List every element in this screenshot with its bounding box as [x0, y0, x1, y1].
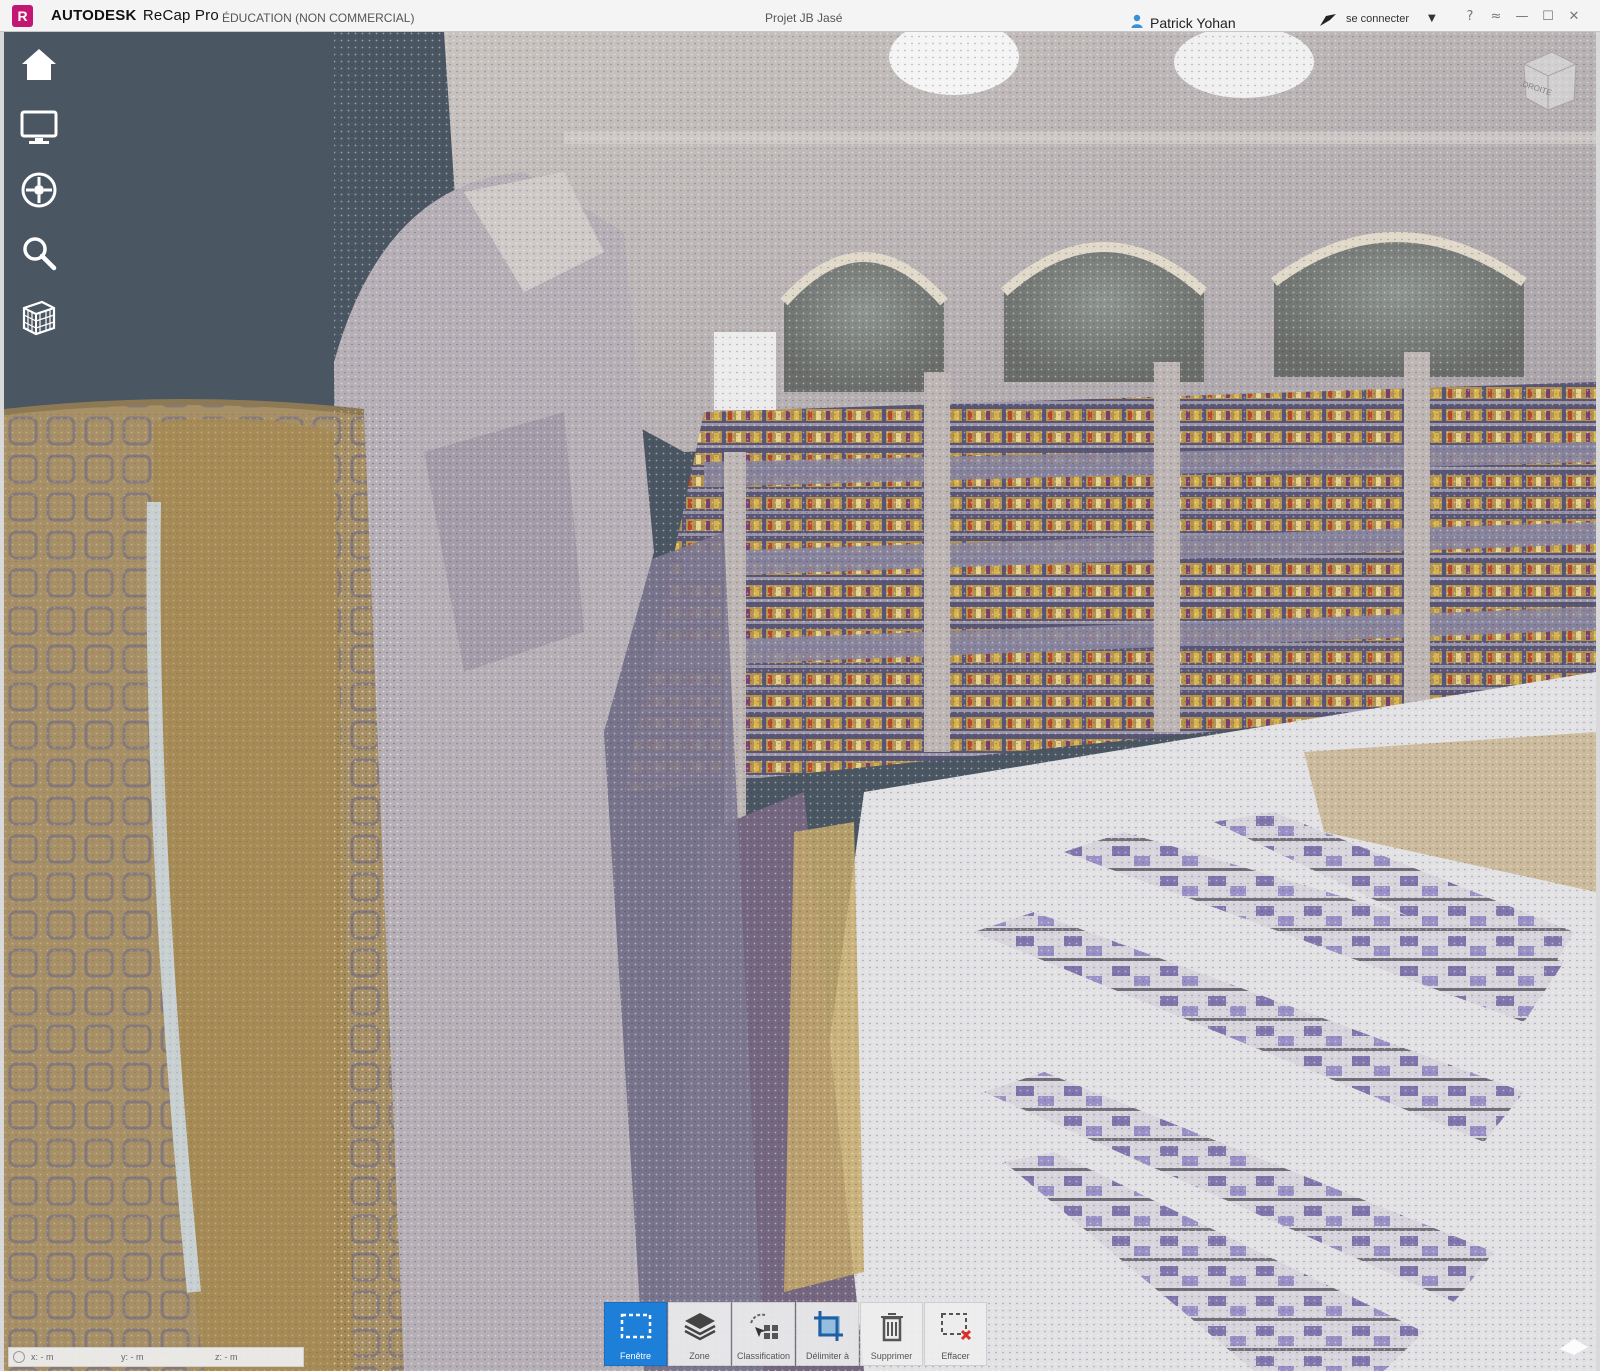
- app-name: AUTODESK ReCap Pro: [51, 8, 219, 24]
- point-cloud-viewport[interactable]: DROITE: [4, 32, 1596, 1371]
- x-coordinate: x: - m: [31, 1352, 54, 1362]
- point-speckle: [334, 32, 1596, 1371]
- product-name: ReCap Pro: [142, 7, 219, 24]
- clear-selection-tool[interactable]: Effacer: [924, 1302, 987, 1366]
- minimize-icon[interactable]: —: [1514, 9, 1530, 25]
- tool-label: Délimiter à: [805, 1351, 849, 1361]
- steering-wheel-icon: [21, 172, 57, 208]
- user-name[interactable]: Patrick Yohan: [1150, 15, 1236, 31]
- viewcube[interactable]: DROITE: [1516, 44, 1580, 114]
- y-coordinate: y: - m: [121, 1352, 144, 1362]
- navigation-wheel-button[interactable]: [18, 169, 60, 211]
- maximize-icon[interactable]: ☐: [1540, 9, 1556, 25]
- zone-tool[interactable]: Zone: [668, 1302, 731, 1366]
- selection-toolbar: Fenêtre Zone Classification Délimiter à: [604, 1302, 988, 1366]
- search-icon: [23, 237, 57, 271]
- delete-tool[interactable]: Supprimer: [860, 1302, 923, 1366]
- monitor-icon: [20, 110, 58, 144]
- project-title: Projet JB Jasé: [765, 11, 843, 25]
- classification-tool[interactable]: Classification: [732, 1302, 795, 1366]
- coordinates-bar: x: - m y: - m z: - m: [8, 1347, 304, 1367]
- search-button[interactable]: [18, 232, 60, 274]
- tool-label: Effacer: [941, 1351, 970, 1361]
- chevron-down-icon[interactable]: ▼: [1428, 13, 1436, 25]
- clear-selection-icon: [941, 1313, 972, 1341]
- window-select-tool[interactable]: Fenêtre: [604, 1302, 667, 1366]
- grid-cube-icon: [22, 300, 56, 336]
- tool-label: Classification: [736, 1351, 791, 1361]
- help-icon[interactable]: ?: [1462, 9, 1478, 25]
- resize-grip-icon[interactable]: [1558, 1335, 1590, 1357]
- home-icon: [22, 49, 56, 80]
- sign-in-icon[interactable]: [1318, 12, 1338, 28]
- network-icon[interactable]: ≈: [1488, 9, 1504, 25]
- brand-name: AUTODESK: [51, 7, 137, 24]
- title-bar: R AUTODESK ReCap Pro ÉDUCATION (NON COMM…: [0, 0, 1600, 32]
- tool-label: Fenêtre: [619, 1351, 652, 1361]
- tool-label: Zone: [689, 1351, 710, 1361]
- coordinates-icon: [13, 1351, 25, 1363]
- crop-tool[interactable]: Délimiter à: [796, 1302, 859, 1366]
- layers-icon: [684, 1313, 716, 1341]
- scan-grid-button[interactable]: [18, 296, 60, 338]
- trash-icon: [881, 1313, 903, 1342]
- view-settings-button[interactable]: [18, 106, 60, 148]
- z-coordinate: z: - m: [215, 1352, 238, 1362]
- edition-label: ÉDUCATION (NON COMMERCIAL): [222, 11, 415, 25]
- sign-in-link[interactable]: se connecter: [1346, 13, 1409, 26]
- point-cloud-scene: [4, 32, 1596, 1371]
- viewcube-icon: [1523, 51, 1577, 111]
- home-button[interactable]: [18, 44, 60, 86]
- tool-label: Supprimer: [870, 1351, 913, 1361]
- recap-logo: R: [12, 5, 33, 27]
- window-select-icon: [620, 1313, 652, 1339]
- crop-icon: [814, 1311, 843, 1341]
- classification-icon: [750, 1313, 778, 1339]
- close-icon[interactable]: ✕: [1566, 9, 1582, 25]
- user-icon: [1131, 14, 1143, 28]
